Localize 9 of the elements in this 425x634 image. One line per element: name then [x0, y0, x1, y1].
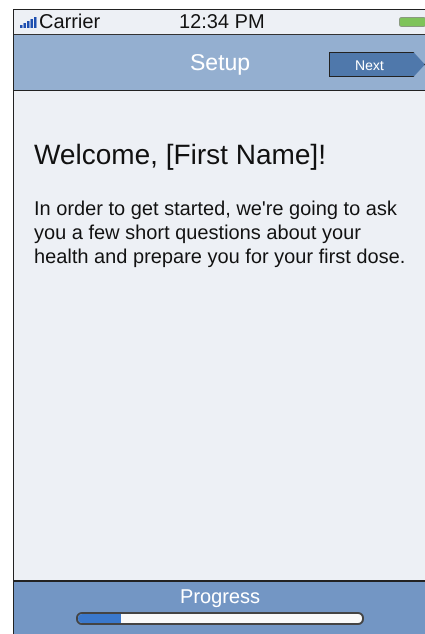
screen-title: Setup: [190, 49, 250, 76]
progress-label: Progress: [180, 586, 260, 609]
battery-icon: [399, 17, 425, 27]
welcome-heading: Welcome, [First Name]!: [34, 139, 327, 171]
next-button[interactable]: Next: [329, 52, 425, 77]
intro-paragraph: In order to get started, we're going to ask you a few short questions about your health and prepare you for your first dose.: [34, 197, 406, 269]
carrier-name: Carrier: [39, 10, 102, 34]
status-time: 12:34 PM: [179, 10, 265, 34]
signal-icon: [20, 17, 38, 28]
